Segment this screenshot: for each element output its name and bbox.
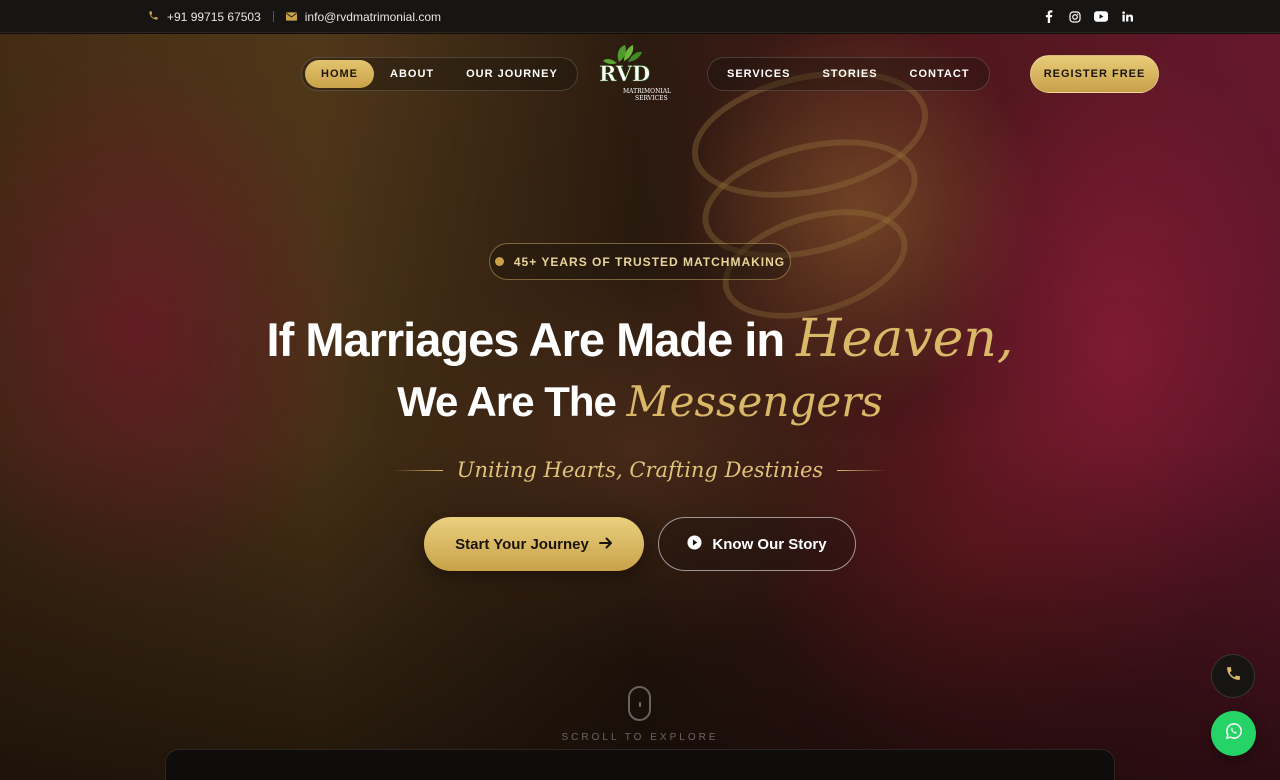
floating-call-button[interactable] <box>1211 654 1255 698</box>
nav-home[interactable]: HOME <box>305 60 374 88</box>
nav-right: SERVICES STORIES CONTACT <box>707 57 990 91</box>
instagram-icon[interactable] <box>1068 10 1082 24</box>
know-our-story-label: Know Our Story <box>712 535 827 553</box>
start-journey-button[interactable]: Start Your Journey <box>424 517 644 571</box>
linkedin-icon[interactable] <box>1120 10 1134 24</box>
email-address: info@rvdmatrimonial.com <box>304 9 441 24</box>
phone-icon <box>148 10 159 24</box>
floating-whatsapp-button[interactable] <box>1211 711 1256 756</box>
trust-badge: 45+ YEARS OF TRUSTED MATCHMAKING <box>489 243 791 280</box>
arrow-right-icon <box>598 536 613 553</box>
nav-stories[interactable]: STORIES <box>806 60 893 88</box>
youtube-icon[interactable] <box>1094 10 1108 24</box>
tagline-row: Uniting Hearts, Crafting Destinies <box>0 458 1280 482</box>
envelope-icon <box>285 10 297 24</box>
badge-dot-icon <box>494 257 504 266</box>
headline-script-2: Messengers <box>626 377 883 426</box>
divider <box>272 11 274 22</box>
phone-number: +91 99715 67503 <box>167 9 261 24</box>
headline-plain-1: If Marriages Are Made in <box>266 313 797 366</box>
top-bar: +91 99715 67503 info@rvdmatrimonial.com <box>0 0 1280 33</box>
logo-subtitle-2: SERVICES <box>635 95 668 102</box>
tagline-divider-right <box>837 469 888 471</box>
register-free-button[interactable]: REGISTER FREE <box>1030 55 1159 93</box>
bottom-section-card <box>165 749 1115 780</box>
nav-services[interactable]: SERVICES <box>711 60 806 88</box>
know-our-story-button[interactable]: Know Our Story <box>658 517 856 571</box>
play-circle-icon <box>687 534 702 554</box>
scroll-mouse-icon[interactable] <box>628 686 651 721</box>
social-links <box>1042 0 1134 33</box>
phone-icon <box>1225 665 1242 687</box>
nav-left: HOME ABOUT OUR JOURNEY <box>301 57 578 91</box>
hero-headline-line-1: If Marriages Are Made in Heaven, <box>0 309 1280 369</box>
headline-plain-2: We Are The <box>397 378 627 425</box>
start-journey-label: Start Your Journey <box>455 535 589 553</box>
nav-our-journey[interactable]: OUR JOURNEY <box>450 60 574 88</box>
whatsapp-icon <box>1225 722 1243 745</box>
headline-script-1: Heaven, <box>796 309 1014 369</box>
site-logo[interactable]: RVD MATRIMONIAL SERVICES <box>597 44 679 104</box>
badge-text: 45+ YEARS OF TRUSTED MATCHMAKING <box>513 254 786 269</box>
top-bar-email[interactable]: info@rvdmatrimonial.com <box>285 9 441 24</box>
top-bar-contact: +91 99715 67503 info@rvdmatrimonial.com <box>148 0 441 33</box>
facebook-icon[interactable] <box>1042 10 1056 24</box>
hero-headline-line-2: We Are The Messengers <box>0 377 1280 426</box>
tagline-divider-left <box>392 469 443 471</box>
nav-about[interactable]: ABOUT <box>374 60 450 88</box>
logo-subtitle-1: MATRIMONIAL <box>623 88 671 95</box>
hero-tagline: Uniting Hearts, Crafting Destinies <box>456 458 824 482</box>
top-bar-phone[interactable]: +91 99715 67503 <box>148 10 261 24</box>
nav-contact[interactable]: CONTACT <box>894 60 986 88</box>
scroll-to-explore-text: SCROLL TO EXPLORE <box>561 732 719 743</box>
logo-wordmark: RVD <box>599 61 650 86</box>
